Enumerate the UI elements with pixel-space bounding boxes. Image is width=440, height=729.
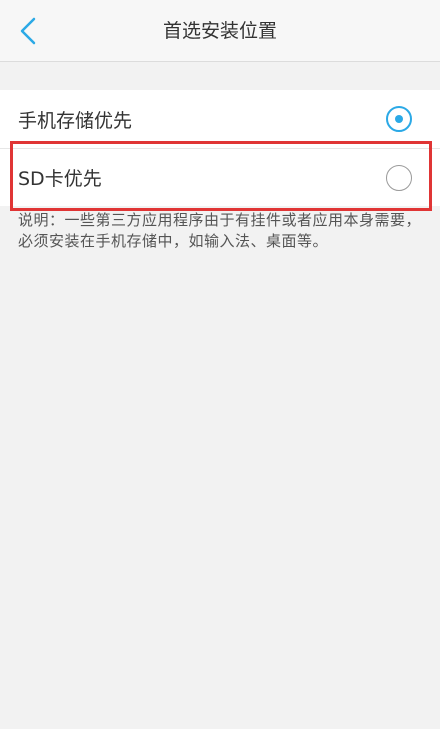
option-phone-storage[interactable]: 手机存储优先 (0, 90, 440, 148)
option-label: 手机存储优先 (18, 109, 133, 132)
page-title: 首选安装位置 (162, 20, 277, 42)
option-sd-card[interactable]: SD卡优先 (0, 148, 440, 206)
radio-selected-icon[interactable] (386, 106, 412, 132)
option-label: SD卡优先 (18, 168, 102, 190)
chevron-left-icon (20, 17, 36, 45)
description-note: 说明：一些第三方应用程序由于有挂件或者应用本身需要，必须安装在手机存储中，如输入… (18, 211, 422, 250)
back-button[interactable] (12, 14, 44, 48)
install-location-options: 手机存储优先 SD卡优先 (0, 90, 440, 206)
radio-unselected-icon[interactable] (386, 164, 412, 191)
top-bar: 首选安装位置 (0, 0, 440, 62)
